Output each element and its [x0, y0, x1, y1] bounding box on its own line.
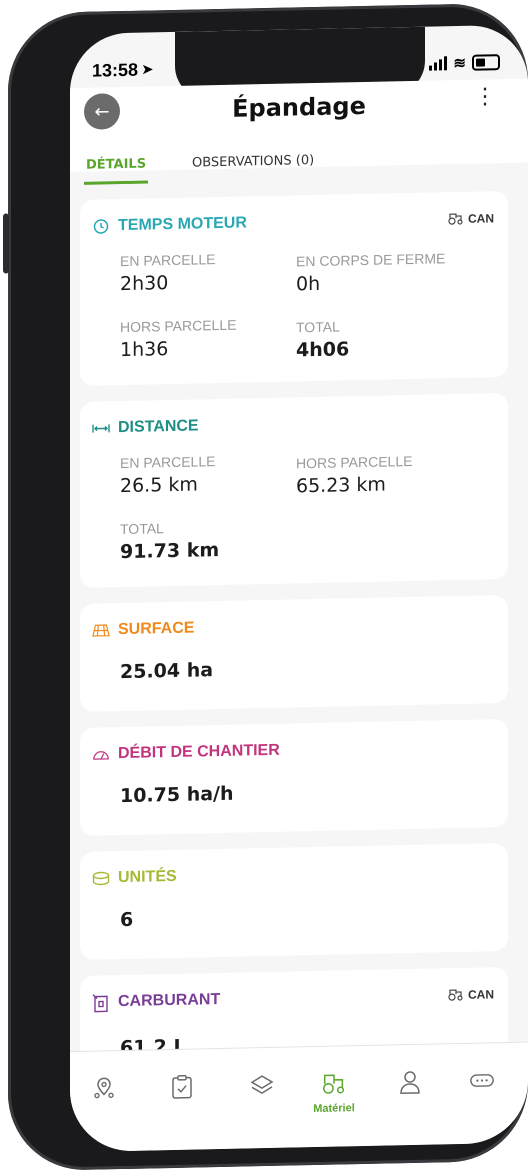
page-title: Épandage — [232, 91, 366, 123]
location-arrow-icon: ➤ — [142, 61, 153, 77]
card-surface: SURFACE 25.04 ha — [80, 594, 508, 712]
temps-en-parcelle-value: 2h30 — [120, 272, 169, 296]
cylinder-icon — [92, 869, 110, 887]
temps-total-label: TOTAL — [296, 318, 340, 336]
status-time: 13:58 ➤ — [92, 59, 153, 81]
unites-value: 6 — [120, 908, 134, 932]
nav-farm[interactable] — [82, 1075, 126, 1120]
gauge-icon — [92, 745, 110, 763]
tab-observations[interactable]: OBSERVATIONS (0) — [192, 153, 314, 171]
temps-total-value: 4h06 — [296, 338, 350, 362]
tractor-icon — [448, 984, 464, 1005]
temps-moteur-title: TEMPS MOTEUR — [92, 214, 247, 235]
temps-en-corps-value: 0h — [296, 272, 321, 296]
field-grid-icon — [92, 621, 110, 639]
tractor-icon — [321, 1070, 347, 1097]
tractor-icon — [448, 208, 464, 229]
debit-title: DÉBIT DE CHANTIER — [92, 742, 280, 764]
phone-frame: 13:58 ➤ ≋ ← Épandage ⋮ DÉTAILS OBSERVATI… — [8, 2, 528, 1172]
map-pins-icon — [91, 1075, 117, 1102]
card-debit-chantier: DÉBIT DE CHANTIER 10.75 ha/h — [80, 718, 508, 836]
person-icon — [397, 1069, 423, 1096]
temps-en-parcelle-label: EN PARCELLE — [120, 251, 216, 270]
app-header: ← Épandage ⋮ DÉTAILS OBSERVATIONS (0) — [70, 78, 528, 185]
distance-hors-parcelle-label: HORS PARCELLE — [296, 452, 413, 472]
signal-icon — [429, 56, 448, 71]
distance-en-parcelle-value: 26.5 km — [120, 473, 198, 498]
temps-hors-parcelle-value: 1h36 — [120, 338, 169, 362]
distance-title: DISTANCE — [92, 417, 199, 437]
distance-total-value: 91.73 km — [120, 539, 220, 564]
nav-materiel-label: Matériel — [313, 1102, 355, 1116]
fuel-can-icon — [92, 993, 110, 1013]
tab-bar: DÉTAILS OBSERVATIONS (0) — [70, 145, 528, 185]
more-options-button[interactable]: ⋮ — [474, 84, 496, 109]
clipboard-check-icon — [169, 1074, 195, 1101]
can-badge: CAN — [448, 983, 494, 1005]
nav-more[interactable] — [460, 1067, 504, 1112]
surface-value: 25.04 ha — [120, 659, 214, 684]
app-screen: 13:58 ➤ ≋ ← Épandage ⋮ DÉTAILS OBSERVATI… — [70, 24, 528, 1153]
card-temps-moteur: TEMPS MOTEUR CAN EN PARCELLE 2h30 EN COR… — [80, 190, 508, 386]
battery-icon — [472, 54, 500, 71]
unites-title: UNITÉS — [92, 868, 177, 888]
can-badge: CAN — [448, 207, 494, 229]
layers-icon — [249, 1072, 275, 1099]
nav-layers[interactable] — [240, 1072, 284, 1117]
nav-tasks[interactable] — [160, 1073, 204, 1118]
distance-hors-parcelle-value: 65.23 km — [296, 473, 386, 498]
carburant-title: CARBURANT — [92, 991, 220, 1013]
distance-total-label: TOTAL — [120, 520, 164, 538]
tab-details[interactable]: DÉTAILS — [86, 157, 146, 173]
ellipsis-box-icon — [469, 1067, 495, 1094]
distance-arrows-icon — [92, 419, 110, 437]
card-distance: DISTANCE EN PARCELLE 26.5 km HORS PARCEL… — [80, 392, 508, 588]
temps-hors-parcelle-label: HORS PARCELLE — [120, 316, 237, 336]
system-icons: ≋ — [429, 53, 500, 72]
bottom-nav: Matériel — [70, 1041, 528, 1153]
debit-value: 10.75 ha/h — [120, 782, 234, 808]
clock-icon — [92, 217, 110, 235]
card-unites: UNITÉS 6 — [80, 842, 508, 960]
surface-title: SURFACE — [92, 620, 194, 640]
distance-en-parcelle-label: EN PARCELLE — [120, 453, 216, 472]
wifi-icon: ≋ — [453, 54, 466, 73]
temps-en-corps-label: EN CORPS DE FERME — [296, 250, 446, 270]
active-tab-indicator — [84, 180, 148, 185]
nav-materiel[interactable]: Matériel — [312, 1070, 356, 1115]
nav-operator[interactable] — [388, 1069, 432, 1114]
